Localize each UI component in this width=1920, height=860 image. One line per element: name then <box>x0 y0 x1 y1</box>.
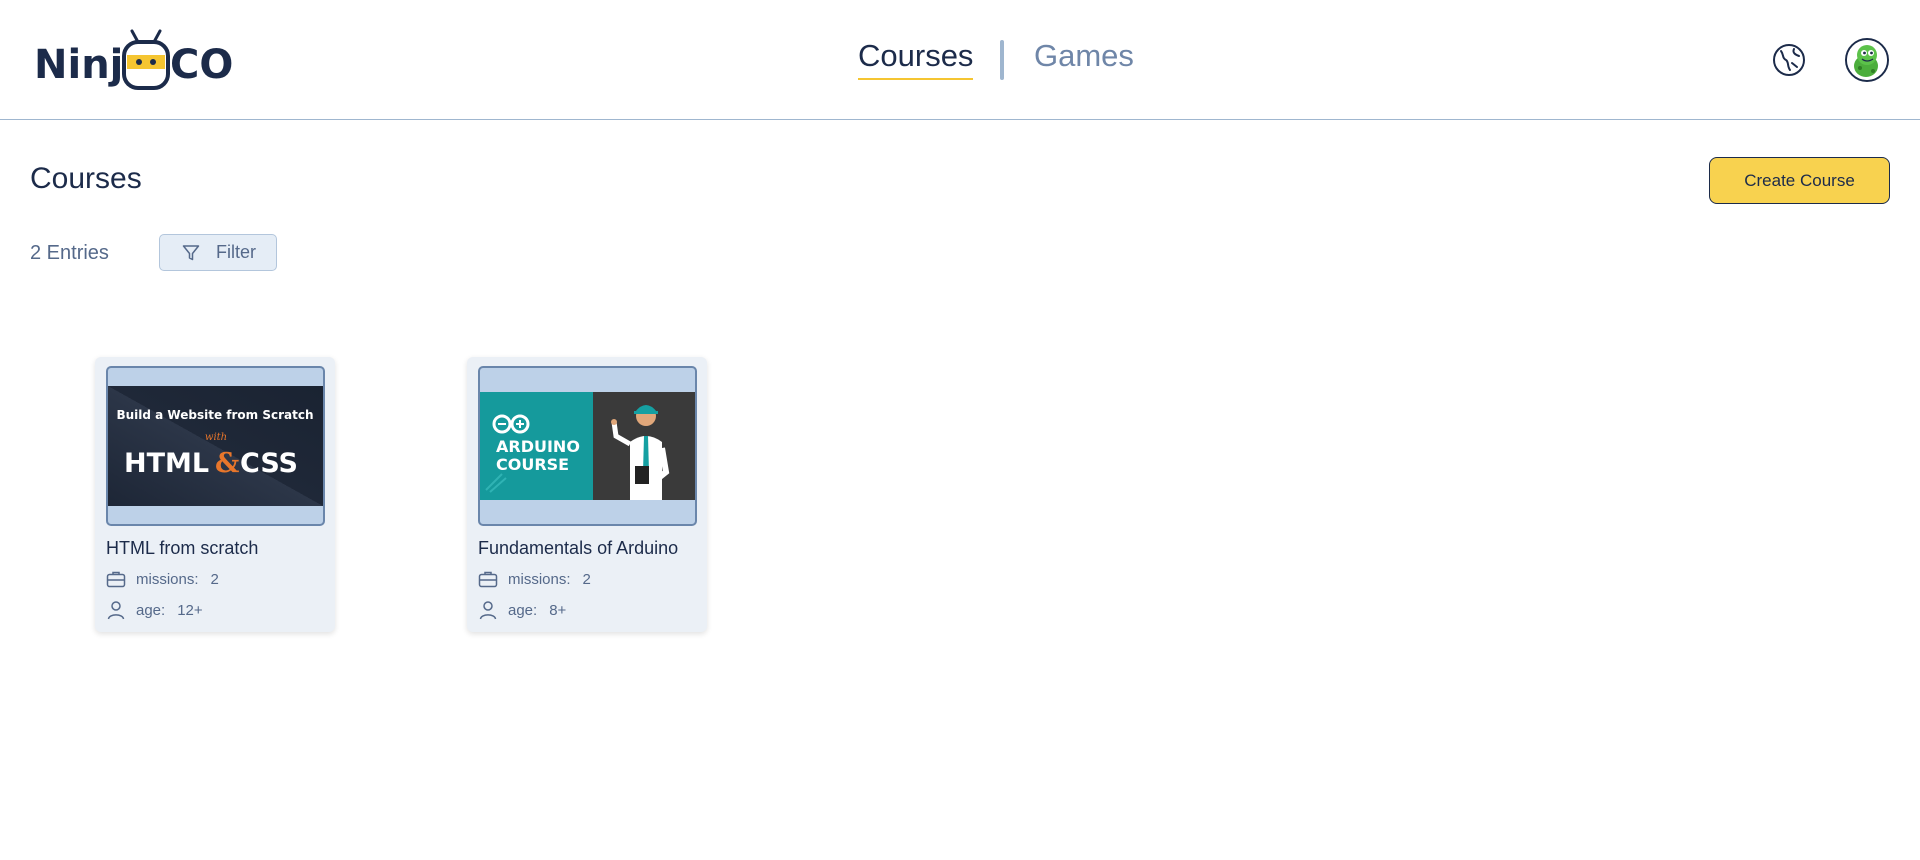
robot-logo-icon <box>122 29 170 90</box>
top-header: Ninj CO Courses Games <box>0 0 1920 120</box>
thumb-with: with <box>205 432 227 443</box>
thumb-amp: & <box>215 448 239 479</box>
missions-value: 2 <box>210 570 219 588</box>
user-icon <box>107 601 125 620</box>
dino-avatar-icon <box>1847 40 1887 80</box>
nav-games[interactable]: Games <box>1034 38 1134 74</box>
course-title: Fundamentals of Arduino <box>478 538 679 558</box>
thumb-css: CSS <box>240 448 298 479</box>
filter-label: Filter <box>216 242 256 262</box>
user-avatar[interactable] <box>1845 38 1889 82</box>
course-card[interactable]: ARDUINO COURSE Fundamentals of Arduino m… <box>467 357 707 632</box>
html-css-thumbnail-image: Build a Website from Scratch with HTML &… <box>108 386 323 506</box>
filter-button[interactable]: Filter <box>159 234 277 271</box>
age-row: age: 8+ <box>478 600 566 620</box>
globe-icon[interactable] <box>1772 43 1806 77</box>
course-thumbnail: Build a Website from Scratch with HTML &… <box>106 366 325 526</box>
age-value: 8+ <box>549 601 567 619</box>
missions-label: missions: <box>136 570 199 588</box>
create-course-button[interactable]: Create Course <box>1709 157 1890 204</box>
age-label: age: <box>136 601 166 619</box>
arduino-thumbnail-image: ARDUINO COURSE <box>480 392 695 500</box>
thumb-html: HTML <box>124 448 209 479</box>
course-thumbnail: ARDUINO COURSE <box>478 366 697 526</box>
missions-label: missions: <box>508 570 571 588</box>
page-title: Courses <box>30 162 142 195</box>
nav-courses[interactable]: Courses <box>858 38 974 80</box>
age-value: 12+ <box>177 601 203 619</box>
entries-count: 2 Entries <box>30 242 109 264</box>
missions-row: missions: 2 <box>478 570 591 588</box>
logo-text-left: Ninj <box>34 42 124 88</box>
missions-value: 2 <box>582 570 591 588</box>
missions-row: missions: 2 <box>106 570 219 588</box>
nav-divider <box>1000 40 1004 80</box>
course-title: HTML from scratch <box>106 538 259 558</box>
age-label: age: <box>508 601 538 619</box>
thumb-course: COURSE <box>496 455 569 474</box>
course-card[interactable]: Build a Website from Scratch with HTML &… <box>95 357 335 632</box>
logo-text-right: CO <box>170 42 234 88</box>
ninjaco-logo[interactable]: Ninj CO <box>34 28 234 92</box>
briefcase-icon <box>478 571 498 588</box>
age-row: age: 12+ <box>106 600 203 620</box>
filter-icon <box>182 244 200 260</box>
user-icon <box>479 601 497 620</box>
thumb-line1: Build a Website from Scratch <box>116 408 313 422</box>
thumb-arduino: ARDUINO <box>496 437 580 456</box>
briefcase-icon <box>106 571 126 588</box>
